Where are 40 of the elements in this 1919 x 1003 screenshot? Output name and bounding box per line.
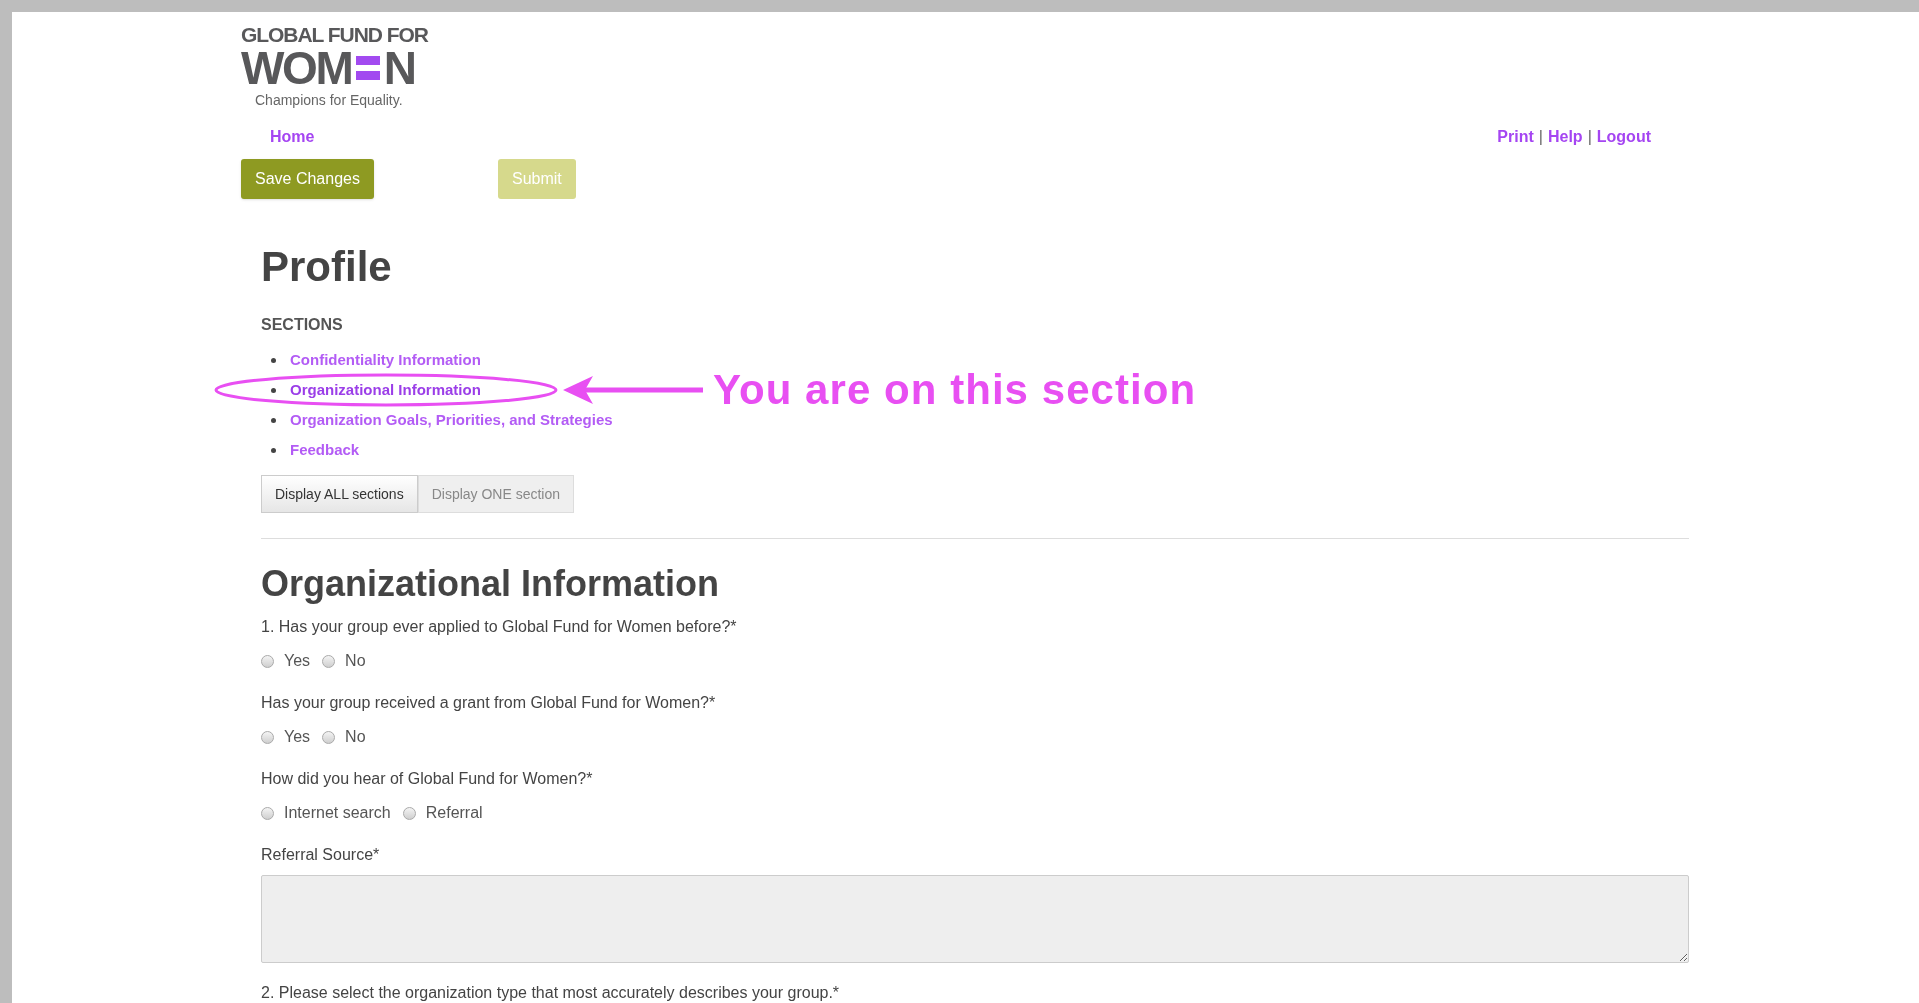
display-toggle-tab[interactable]: Display ONE section bbox=[417, 475, 575, 513]
sections-heading: SECTIONS bbox=[261, 315, 344, 335]
arrow-icon bbox=[563, 376, 703, 404]
section-link[interactable]: Confidentiality Information bbox=[290, 348, 481, 372]
radio-button[interactable] bbox=[261, 730, 274, 744]
logo-text: WOM bbox=[241, 46, 352, 90]
radio-button[interactable] bbox=[322, 654, 336, 668]
section-link[interactable]: Organization Goals, Priorities, and Strategies bbox=[290, 408, 613, 432]
annotation-text: You are on this section bbox=[713, 365, 1197, 415]
nav-link[interactable]: Logout bbox=[1596, 125, 1651, 149]
page-title: Profile bbox=[261, 243, 393, 291]
option-label: Internet search bbox=[284, 803, 391, 823]
option-label: Referral bbox=[425, 803, 483, 823]
question-label: 2. Please select the organization type that most accurately describes your group.* bbox=[261, 983, 841, 1003]
question-label: How did you hear of Global Fund for Women?* bbox=[261, 769, 594, 789]
option-label: Yes bbox=[284, 727, 311, 747]
equals-icon bbox=[355, 53, 380, 83]
logo-text: N bbox=[383, 46, 417, 90]
home-link[interactable]: Home bbox=[270, 125, 315, 149]
radio-button[interactable] bbox=[261, 654, 274, 668]
logo-tagline: Champions for Equality. bbox=[255, 91, 403, 110]
section-link[interactable]: Feedback bbox=[290, 438, 360, 462]
nav-link[interactable]: Print bbox=[1497, 125, 1534, 149]
radio-button[interactable] bbox=[402, 806, 416, 820]
option-label: No bbox=[345, 727, 366, 747]
section-title: Organizational Information bbox=[261, 563, 720, 605]
question-label: 1. Has your group ever applied to Global Fund for Women before?* bbox=[261, 617, 738, 637]
option-label: Yes bbox=[284, 651, 311, 671]
question-label: Has your group received a grant from Global Fund for Women?* bbox=[261, 693, 717, 713]
question-label: Referral Source* bbox=[261, 845, 381, 865]
logo-text: GLOBAL FUND FOR bbox=[241, 24, 428, 46]
radio-button[interactable] bbox=[322, 730, 336, 744]
display-toggle-tab[interactable]: Display ALL sections bbox=[261, 475, 418, 513]
nav-link[interactable]: Help bbox=[1547, 125, 1583, 149]
separator: | bbox=[1587, 127, 1592, 147]
radio-button[interactable] bbox=[261, 806, 274, 820]
save-button[interactable]: Save Changes bbox=[241, 159, 374, 199]
option-label: No bbox=[345, 651, 366, 671]
referral-source-field[interactable] bbox=[261, 875, 1689, 963]
separator: | bbox=[1538, 127, 1543, 147]
